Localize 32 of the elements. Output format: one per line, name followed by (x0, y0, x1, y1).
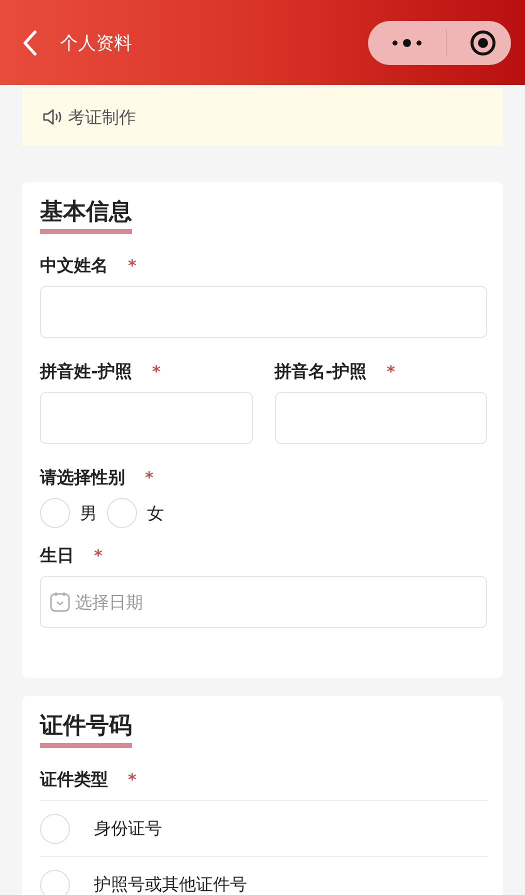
option-label: 身份证号 (94, 818, 162, 840)
field-label: 证件类型 (40, 768, 108, 790)
required-mark: * (128, 770, 136, 788)
radio-button[interactable] (107, 498, 137, 528)
notice-text: 考证制作 (68, 106, 136, 128)
input-field[interactable] (40, 392, 252, 444)
radio-button[interactable] (40, 498, 70, 528)
more-icon[interactable] (390, 38, 424, 48)
option-label: 女 (147, 502, 164, 524)
calendar-icon (49, 591, 71, 613)
input-field[interactable] (40, 286, 487, 338)
page-title: 个人资料 (60, 32, 133, 54)
required-mark: * (145, 468, 154, 486)
date-field[interactable]: 选择日期 (40, 576, 487, 628)
radio-button[interactable] (40, 870, 70, 895)
field-label: 中文姓名 (40, 254, 108, 276)
field-label: 生日 (40, 544, 74, 566)
back-icon[interactable] (22, 30, 38, 56)
required-mark: * (128, 256, 136, 274)
section-title: 基本信息 (40, 196, 132, 234)
speaker-icon (42, 108, 64, 126)
field-label: 请选择性别 (40, 466, 125, 488)
field-label: 拼音姓-护照 (40, 360, 132, 382)
input-field[interactable] (274, 392, 487, 444)
option-label: 男 (80, 502, 97, 524)
required-mark: * (152, 362, 160, 380)
radio-button[interactable] (40, 814, 70, 844)
section-title: 证件号码 (40, 710, 132, 748)
required-mark: * (94, 546, 102, 564)
field-label: 拼音名-护照 (274, 360, 367, 382)
option-label: 护照号或其他证件号 (94, 874, 247, 895)
required-mark: * (386, 362, 395, 380)
